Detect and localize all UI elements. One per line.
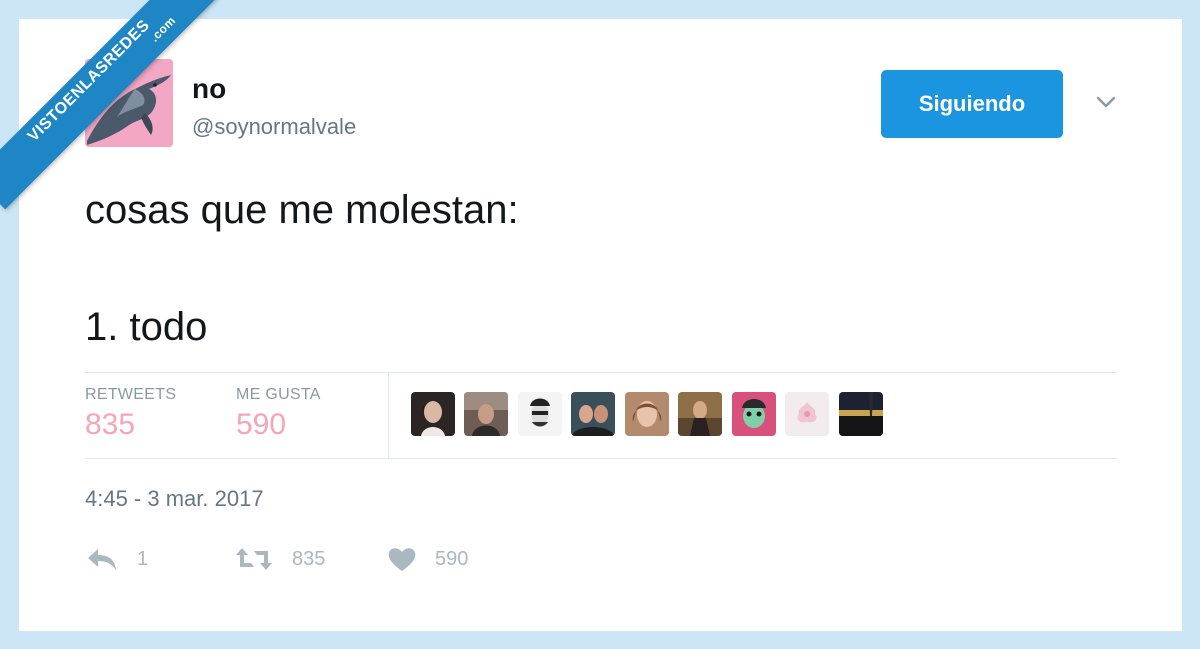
liker-avatar[interactable] [518,392,562,436]
retweet-icon [236,548,272,570]
reply-button[interactable]: 1 [85,543,148,575]
liker-avatar[interactable] [839,392,883,436]
chevron-down-icon [1096,96,1116,108]
tweet-card: VISTOENLASREDES .com no @soynormalvale S… [0,0,1182,631]
watermark-sub: .com [147,13,179,45]
like-button[interactable]: 590 [387,543,468,575]
user-handle[interactable]: @soynormalvale [192,114,356,140]
retweet-count: 835 [292,547,326,570]
tweet-text: cosas que me molestan: 1. todo [85,180,519,357]
watermark-banner: VISTOENLASREDES .com [0,0,218,210]
liker-avatar[interactable] [678,392,722,436]
likes-label: ME GUSTA [236,386,321,403]
reply-icon [88,549,116,570]
tweet-line: 1. todo [85,305,208,349]
likes-count: 590 [236,408,287,441]
stats-top-divider [85,372,1117,373]
tweet-line: cosas que me molestan: [85,188,519,232]
tweet-timestamp[interactable]: 4:45 - 3 mar. 2017 [85,486,264,512]
liker-avatar[interactable] [571,392,615,436]
like-count: 590 [435,547,469,570]
following-button[interactable]: Siguiendo [881,70,1063,138]
reply-count: 1 [137,547,149,570]
liker-avatar[interactable] [464,392,508,436]
retweets-label: RETWEETS [85,386,177,403]
stats-vertical-divider [388,372,389,458]
stats-bottom-divider [85,458,1117,459]
liker-avatar[interactable] [625,392,669,436]
likes-stat[interactable]: ME GUSTA 590 [236,386,321,442]
retweet-button[interactable]: 835 [234,543,325,575]
liker-avatar[interactable] [732,392,776,436]
tweet-options-menu[interactable] [1092,88,1120,116]
heart-icon [388,548,416,571]
retweets-count: 835 [85,408,136,441]
retweets-stat[interactable]: RETWEETS 835 [85,386,176,442]
liker-avatar[interactable] [411,392,455,436]
display-name[interactable]: no [192,73,226,105]
liker-avatar[interactable] [785,392,829,436]
